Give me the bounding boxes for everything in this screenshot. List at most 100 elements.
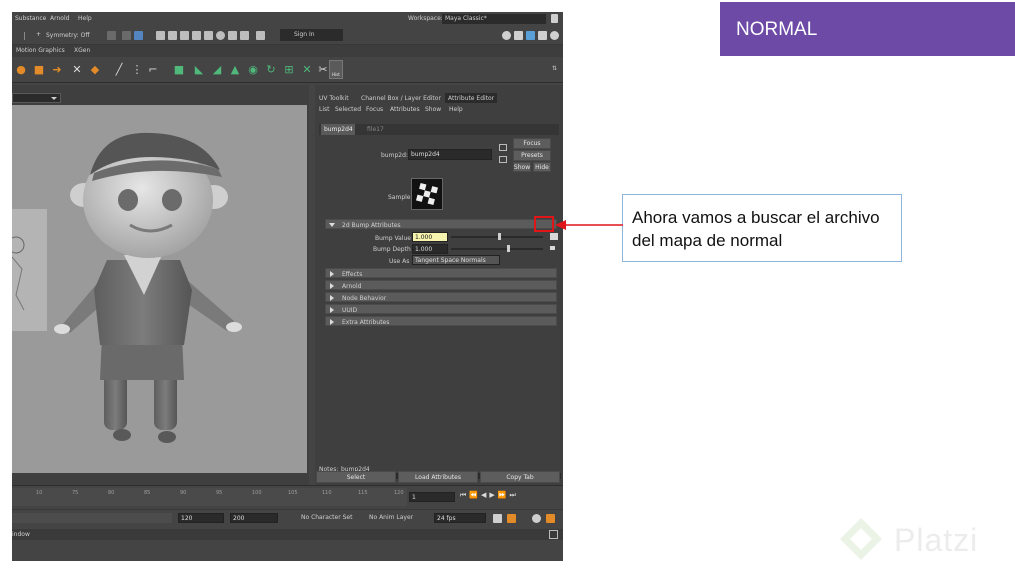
menu-show[interactable]: Show [425, 106, 441, 113]
command-line[interactable]: indow [12, 529, 563, 540]
presets-button[interactable]: Presets [513, 150, 551, 161]
viewport-canvas[interactable] [12, 105, 307, 473]
snap-icon[interactable] [107, 31, 116, 40]
node-tab-file17[interactable]: file17 [367, 126, 384, 133]
tab-attribute-editor[interactable]: Attribute Editor [448, 95, 494, 102]
mirror-icon[interactable]: ✕ [300, 63, 314, 77]
viewport-dropdown[interactable] [12, 93, 61, 103]
output-connection-icon[interactable] [499, 156, 507, 163]
focus-button[interactable]: Focus [513, 138, 551, 149]
toolkit-icon[interactable] [514, 31, 523, 40]
menu-list[interactable]: List [319, 106, 330, 113]
shelf-scroll-icon[interactable]: ⇅ [552, 65, 557, 72]
ipr-icon[interactable] [180, 31, 189, 40]
show-button[interactable]: Show [513, 162, 531, 172]
combine-icon[interactable]: ◣ [192, 63, 206, 77]
current-frame-field[interactable]: 1 [409, 492, 455, 502]
smooth-icon[interactable]: ◉ [246, 63, 260, 77]
edgeloop-icon[interactable]: ⌐ [146, 63, 160, 77]
light-editor-icon[interactable] [228, 31, 237, 40]
depth-map-icon[interactable] [550, 246, 555, 250]
anim-layer-dropdown[interactable]: No Anim Layer [369, 514, 413, 521]
rotate-icon[interactable]: ↻ [264, 63, 278, 77]
map-button-icon[interactable] [550, 233, 558, 240]
bump-depth-slider[interactable] [451, 248, 543, 250]
bump-value-field[interactable]: 1.000 [412, 232, 448, 242]
plus-icon[interactable]: + [36, 31, 41, 38]
snap-active-icon[interactable] [134, 31, 143, 40]
extrude-icon[interactable]: ■ [172, 63, 186, 77]
sample-label: Sample [388, 194, 411, 201]
hide-button[interactable]: Hide [533, 162, 551, 172]
tab-uv-toolkit[interactable]: UV Toolkit [319, 95, 349, 102]
lock-icon[interactable] [551, 14, 558, 23]
history-button[interactable]: Hist [329, 60, 343, 79]
channel-box-icon[interactable] [526, 31, 535, 40]
timeline-ruler[interactable]: 10 75 80 85 90 95 100 105 110 115 120 [12, 488, 407, 506]
workspace-dropdown[interactable]: Maya Classic* [442, 14, 546, 24]
node-name-field[interactable]: bump2d4 [408, 149, 492, 160]
multicut-icon[interactable]: ⋮ [130, 63, 144, 77]
section-node-behavior[interactable]: Node Behavior [325, 292, 557, 302]
hypershade-icon[interactable] [204, 31, 213, 40]
menu-selected[interactable]: Selected [335, 106, 361, 113]
section-2d-bump-attributes[interactable]: 2d Bump Attributes [325, 219, 557, 229]
tools-icon[interactable]: ✂ [316, 63, 330, 77]
input-connection-icon[interactable] [499, 144, 507, 151]
script-editor-icon[interactable] [549, 530, 558, 539]
snap-icon[interactable] [122, 31, 131, 40]
settings-icon[interactable] [502, 31, 511, 40]
node-tab-bump2d4[interactable]: bump2d4 [324, 126, 353, 133]
section-uuid[interactable]: UUID [325, 304, 557, 314]
bump-depth-slider-thumb[interactable] [507, 245, 510, 252]
sphere-icon[interactable]: ● [14, 63, 28, 77]
section-effects[interactable]: Effects [325, 268, 557, 278]
select-button[interactable]: Select [316, 471, 396, 483]
pause-icon[interactable] [240, 31, 249, 40]
copy-tab-button[interactable]: Copy Tab [480, 471, 560, 483]
shelf-tab-xgen[interactable]: XGen [74, 47, 90, 54]
arrow-icon[interactable]: ➜ [50, 63, 64, 77]
menu-substance[interactable]: Substance [15, 15, 46, 22]
bevel-icon[interactable]: ✕ [70, 63, 84, 77]
menu-help[interactable]: Help [449, 106, 463, 113]
cube-icon[interactable]: ■ [32, 63, 46, 77]
auto-key-icon[interactable] [507, 514, 516, 523]
knife-icon[interactable]: ╱ [112, 63, 126, 77]
menu-arnold[interactable]: Arnold [50, 15, 69, 22]
use-as-dropdown[interactable]: Tangent Space Normals [412, 255, 500, 265]
bump-value-slider-thumb[interactable] [498, 233, 501, 240]
menu-help[interactable]: Help [78, 15, 92, 22]
section-extra-attributes[interactable]: Extra Attributes [325, 316, 557, 326]
render-view-icon[interactable] [216, 31, 225, 40]
range-end-field[interactable]: 120 [178, 513, 224, 523]
menu-focus[interactable]: Focus [366, 106, 383, 113]
bump-depth-field[interactable]: 1.000 [412, 244, 448, 254]
shelf-tab-motion-graphics[interactable]: Motion Graphics [16, 47, 65, 54]
character-icon[interactable] [546, 514, 555, 523]
symmetry-dropdown[interactable]: Symmetry: Off [46, 32, 89, 39]
fps-dropdown[interactable]: 24 fps [434, 513, 486, 523]
render-icon[interactable] [156, 31, 165, 40]
playback-controls-icon[interactable]: ⏮⏪◀▶⏩⏭ [460, 491, 519, 500]
render-icon[interactable] [168, 31, 177, 40]
tab-channel-box[interactable]: Channel Box / Layer Editor [361, 95, 441, 102]
animation-end-field[interactable]: 200 [230, 513, 278, 523]
loop-icon[interactable] [493, 514, 502, 523]
target-weld-icon[interactable]: ⊞ [282, 63, 296, 77]
section-arnold[interactable]: Arnold [325, 280, 557, 290]
modeling-toolkit-icon[interactable] [256, 31, 265, 40]
merge-icon[interactable]: ▲ [228, 63, 242, 77]
render-settings-icon[interactable] [192, 31, 201, 40]
sign-in-button[interactable]: Sign In [280, 29, 343, 41]
bump-value-slider[interactable] [451, 236, 543, 238]
separate-icon[interactable]: ◢ [210, 63, 224, 77]
attribute-editor-icon[interactable] [538, 31, 547, 40]
character-set-dropdown[interactable]: No Character Set [301, 514, 352, 521]
menu-attributes[interactable]: Attributes [390, 106, 420, 113]
bridge-icon[interactable]: ◆ [88, 63, 102, 77]
tool-settings-icon[interactable] [550, 31, 559, 40]
load-attributes-button[interactable]: Load Attributes [398, 471, 478, 483]
anim-prefs-icon[interactable] [532, 514, 541, 523]
range-track[interactable] [12, 513, 172, 523]
